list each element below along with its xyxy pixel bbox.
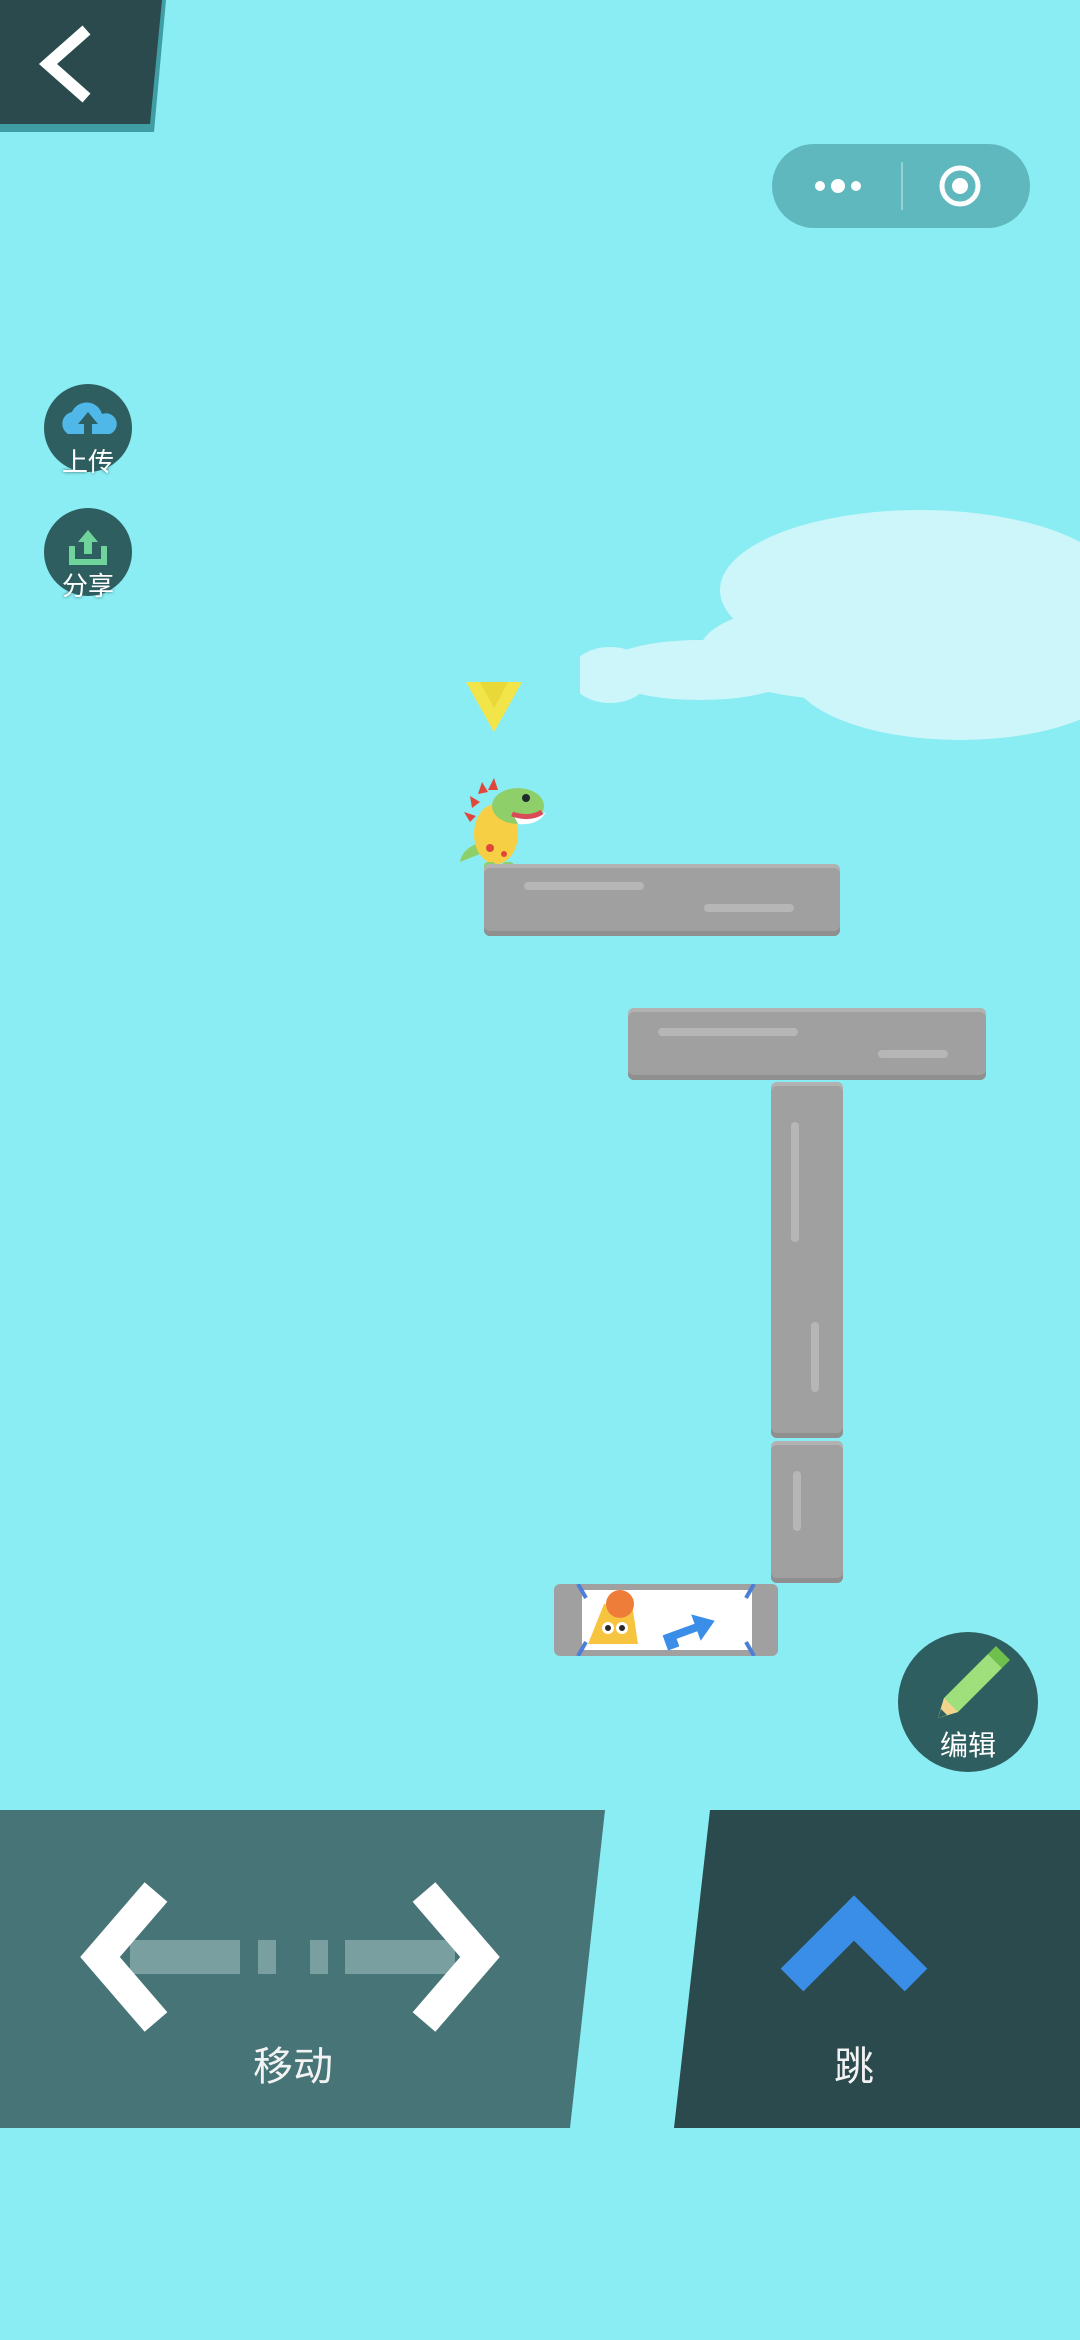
capsule-divider bbox=[901, 162, 903, 210]
edit-label: 编辑 bbox=[939, 1729, 996, 1762]
goal-block bbox=[554, 1583, 778, 1657]
jump-control[interactable]: 跳 bbox=[674, 1810, 1080, 2128]
stone-platform bbox=[484, 864, 840, 936]
stone-platform bbox=[628, 1008, 986, 1080]
cloud bbox=[570, 500, 1080, 760]
mini-program-capsule bbox=[772, 144, 1030, 228]
more-dots-icon[interactable] bbox=[808, 166, 868, 206]
dino-character bbox=[456, 764, 556, 874]
edit-button[interactable]: 编辑 bbox=[898, 1632, 1038, 1772]
back-button[interactable] bbox=[0, 0, 170, 132]
player-indicator-icon bbox=[466, 678, 522, 734]
stone-pillar bbox=[771, 1441, 843, 1583]
upload-button[interactable]: 上传 bbox=[44, 384, 132, 478]
move-control[interactable]: 移动 bbox=[0, 1810, 605, 2128]
stone-pillar bbox=[771, 1082, 843, 1438]
share-button[interactable]: 分享 bbox=[44, 508, 132, 602]
upload-label: 上传 bbox=[61, 448, 114, 478]
target-circle-icon[interactable] bbox=[938, 164, 982, 208]
jump-label: 跳 bbox=[834, 2044, 874, 2090]
share-label: 分享 bbox=[61, 572, 114, 602]
move-label: 移动 bbox=[253, 2044, 333, 2090]
